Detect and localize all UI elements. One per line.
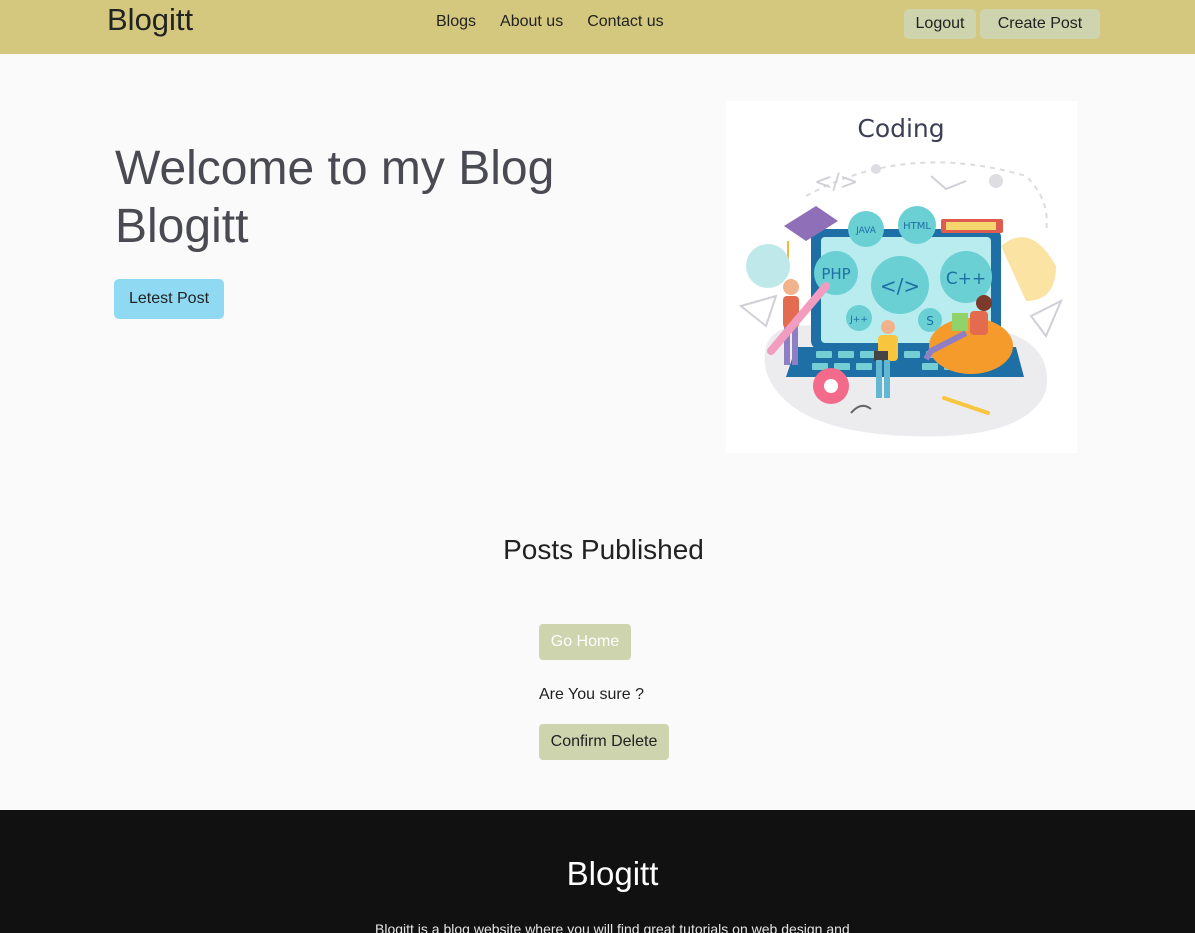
envelope-icon xyxy=(738,294,778,328)
books-pages xyxy=(946,222,996,230)
person-middle-leg xyxy=(876,360,882,398)
paper-plane-icon xyxy=(1029,298,1063,338)
dot xyxy=(871,164,881,174)
s-bubble-label: S xyxy=(926,314,934,328)
go-home-button[interactable]: Go Home xyxy=(539,624,631,660)
nav-link-blogs[interactable]: Blogs xyxy=(436,13,476,31)
hero-title: Welcome to my Blog Blogitt xyxy=(115,142,555,253)
logout-button[interactable]: Logout xyxy=(904,9,976,39)
person-middle-leg xyxy=(884,360,890,398)
footer-description: Blogitt is a blog website where you will… xyxy=(375,921,850,933)
network-icon xyxy=(930,175,967,191)
person-left-leg xyxy=(792,327,798,365)
gear-icon-center xyxy=(824,379,838,393)
illustration-heading: Coding xyxy=(857,114,944,143)
navbar: Blogitt Blogs About us Contact us Logout… xyxy=(0,0,1195,54)
confirm-text: Are You sure ? xyxy=(539,686,644,703)
person-left-head xyxy=(783,279,799,295)
person-right-hair xyxy=(976,295,992,311)
html-bubble-label: HTML xyxy=(903,221,931,232)
person-right-body xyxy=(970,311,988,335)
brand-logo[interactable]: Blogitt xyxy=(107,2,193,38)
cpp-bubble-label: C++ xyxy=(946,269,986,289)
hero-coding-illustration: Coding </> JAVA HTML PHP </> C++ J++ S xyxy=(726,101,1077,453)
jpp-bubble-label: J++ xyxy=(849,315,868,325)
dot xyxy=(989,174,1003,188)
person-right-book xyxy=(952,313,968,331)
latest-post-button[interactable]: Letest Post xyxy=(114,279,224,319)
code-bubble-label: </> xyxy=(880,274,920,298)
person-middle-head xyxy=(881,320,895,334)
nav-links: Blogs About us Contact us xyxy=(436,13,664,31)
java-bubble-label: JAVA xyxy=(855,226,877,236)
create-post-button[interactable]: Create Post xyxy=(980,9,1100,39)
footer: Blogitt Blogitt is a blog website where … xyxy=(0,810,1195,933)
footer-brand: Blogitt xyxy=(566,855,659,892)
nav-link-about[interactable]: About us xyxy=(500,13,563,31)
coding-illustration: Coding </> JAVA HTML PHP </> C++ J++ S xyxy=(738,114,1063,437)
code-tag-icon: </> xyxy=(814,170,858,195)
confirm-delete-button[interactable]: Confirm Delete xyxy=(539,724,669,760)
person-middle-laptop xyxy=(874,351,888,361)
nav-link-contact[interactable]: Contact us xyxy=(587,13,663,31)
php-bubble-label: PHP xyxy=(821,265,850,283)
posts-published-title: Posts Published xyxy=(503,534,704,565)
megaphone-icon xyxy=(1001,237,1056,301)
wrench-icon xyxy=(746,244,790,288)
